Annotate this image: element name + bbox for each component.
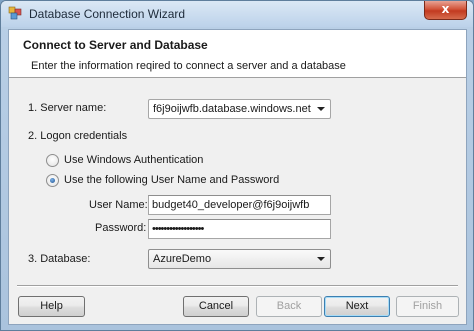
database-combo[interactable]: AzureDemo xyxy=(148,249,331,269)
wizard-header: Connect to Server and Database Enter the… xyxy=(9,30,466,78)
back-button[interactable]: Back xyxy=(256,296,322,317)
radio-selected-dot xyxy=(50,178,55,183)
cancel-button[interactable]: Cancel xyxy=(183,296,249,317)
next-button[interactable]: Next xyxy=(324,296,390,317)
close-button[interactable]: x xyxy=(424,1,467,20)
windows-auth-label[interactable]: Use Windows Authentication xyxy=(64,154,203,166)
password-value: •••••••••••••••••• xyxy=(152,223,204,235)
logon-credentials-label: 2. Logon credentials xyxy=(28,130,128,142)
database-value: AzureDemo xyxy=(153,253,212,265)
page-subtitle: Enter the information reqired to connect… xyxy=(31,60,346,72)
username-label: User Name: xyxy=(89,199,148,211)
server-name-combo[interactable]: f6j9oijwfb.database.windows.net xyxy=(148,99,331,119)
finish-button[interactable]: Finish xyxy=(396,296,459,317)
server-name-label: 1. Server name: xyxy=(28,102,107,114)
user-password-label[interactable]: Use the following User Name and Password xyxy=(64,174,279,186)
windows-auth-radio[interactable] xyxy=(46,154,59,167)
title-bar: Database Connection Wizard x xyxy=(1,1,473,27)
database-label: 3. Database: xyxy=(28,253,91,265)
user-password-radio[interactable] xyxy=(46,174,59,187)
window-title: Database Connection Wizard xyxy=(29,7,186,21)
wizard-window: Database Connection Wizard x Connect to … xyxy=(0,0,474,331)
chevron-down-icon[interactable] xyxy=(317,257,325,261)
chevron-down-icon[interactable] xyxy=(317,107,325,111)
footer-divider xyxy=(17,285,458,287)
database-wizard-icon xyxy=(8,6,22,20)
password-field[interactable]: •••••••••••••••••• xyxy=(148,219,331,239)
username-field[interactable]: budget40_developer@f6j9oijwfb xyxy=(148,195,331,215)
close-icon: x xyxy=(441,2,450,16)
page-title: Connect to Server and Database xyxy=(23,38,208,52)
help-button[interactable]: Help xyxy=(18,296,85,317)
username-value: budget40_developer@f6j9oijwfb xyxy=(152,199,310,211)
server-name-value: f6j9oijwfb.database.windows.net xyxy=(153,103,311,115)
password-label: Password: xyxy=(95,222,147,234)
wizard-body: Connect to Server and Database Enter the… xyxy=(8,29,467,325)
